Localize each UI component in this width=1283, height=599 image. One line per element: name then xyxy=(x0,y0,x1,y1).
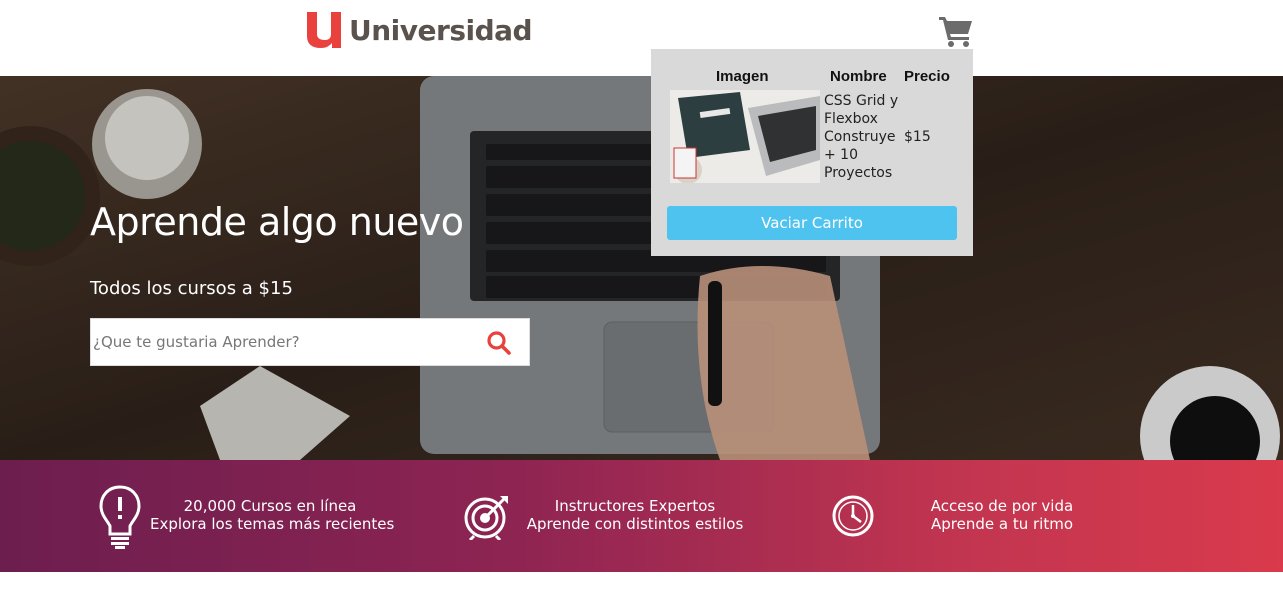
cart-dropdown: Imagen Nombre Precio CSS Grid y Flexbox … xyxy=(651,49,973,256)
search-form xyxy=(90,318,530,366)
benefit-instructors-title: Instructores Expertos xyxy=(554,497,716,515)
cart-item-name: CSS Grid y Flexbox Construye + 10 Proyec… xyxy=(824,93,899,181)
site-header: Universidad xyxy=(0,0,1283,76)
hero-subtitle: Todos los cursos a $15 xyxy=(90,278,293,299)
logo-mark-icon xyxy=(307,12,341,48)
shopping-cart-icon[interactable] xyxy=(938,14,974,48)
search-icon[interactable] xyxy=(486,330,512,356)
page-content-start xyxy=(0,572,1283,599)
benefits-bar: 20,000 Cursos en línea Explora los temas… xyxy=(0,460,1283,572)
target-icon xyxy=(464,496,508,540)
cart-header-price: Precio xyxy=(904,68,950,85)
cart-header-name: Nombre xyxy=(830,68,887,85)
cart-item-thumbnail xyxy=(670,90,820,183)
benefit-access-title: Acceso de por vida xyxy=(930,497,1074,515)
benefit-instructors: Instructores Expertos Aprende con distin… xyxy=(515,497,755,533)
search-input[interactable] xyxy=(91,319,481,365)
course-image xyxy=(670,90,820,183)
benefit-courses-desc: Explora los temas más recientes xyxy=(150,515,395,533)
clock-icon xyxy=(832,495,874,537)
hero-overlay xyxy=(0,76,1283,460)
benefit-instructors-desc: Aprende con distintos estilos xyxy=(526,515,744,533)
brand-name: Universidad xyxy=(349,13,533,47)
lightbulb-icon xyxy=(99,485,141,549)
cart-item-price: $15 xyxy=(904,129,931,145)
benefit-access-desc: Aprende a tu ritmo xyxy=(931,515,1073,533)
hero-title: Aprende algo nuevo xyxy=(90,200,464,244)
empty-cart-button[interactable]: Vaciar Carrito xyxy=(667,206,957,240)
benefit-courses: 20,000 Cursos en línea Explora los temas… xyxy=(150,497,395,533)
benefit-access: Acceso de por vida Aprende a tu ritmo xyxy=(902,497,1102,533)
cart-header-image: Imagen xyxy=(716,68,769,85)
brand-logo[interactable]: Universidad xyxy=(305,10,533,50)
benefit-courses-title: 20,000 Cursos en línea xyxy=(183,497,357,515)
hero-section: Aprende algo nuevo Todos los cursos a $1… xyxy=(0,76,1283,460)
